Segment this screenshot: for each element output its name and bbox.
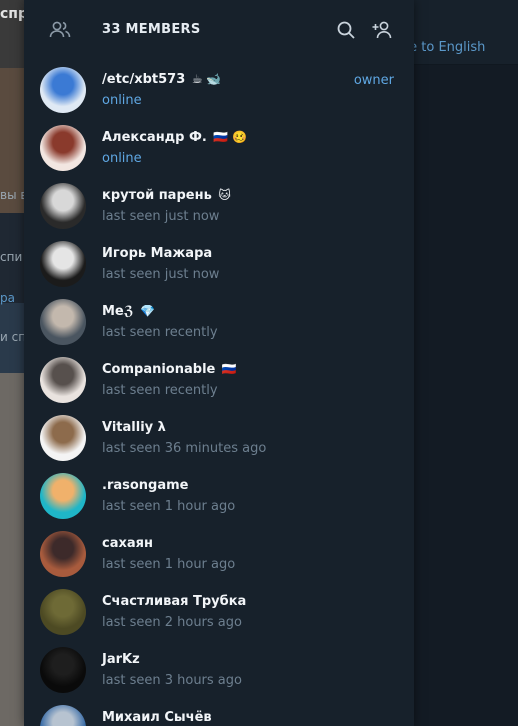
member-name: JarKz bbox=[102, 652, 140, 667]
avatar[interactable] bbox=[40, 241, 86, 287]
member-emoji: 🇷🇺 bbox=[221, 362, 237, 376]
member-row[interactable]: .rasongame last seen 1 hour ago bbox=[24, 466, 414, 524]
avatar[interactable] bbox=[40, 357, 86, 403]
member-status: last seen 3 hours ago bbox=[102, 673, 242, 688]
member-name: Meℨ 💎 bbox=[102, 304, 155, 319]
member-row[interactable]: Александр Ф. 🇷🇺 🥴 online bbox=[24, 118, 414, 176]
member-name: Михаил Сычёв bbox=[102, 710, 212, 725]
member-row[interactable]: крутой парень 🐱 last seen just now bbox=[24, 176, 414, 234]
member-row[interactable]: Счастливая Трубка last seen 2 hours ago bbox=[24, 582, 414, 640]
members-icon bbox=[48, 18, 72, 42]
avatar[interactable] bbox=[40, 415, 86, 461]
members-panel: 33 MEMBERS /etc/xbt573 ☕ 🐋 online owner Але… bbox=[24, 0, 414, 726]
member-name-text: Игорь Мажара bbox=[102, 246, 213, 261]
avatar[interactable] bbox=[40, 705, 86, 726]
member-row[interactable]: Meℨ 💎 last seen recently bbox=[24, 292, 414, 350]
member-row[interactable]: Михаил Сычёв bbox=[24, 698, 414, 726]
member-row[interactable]: Vitalliy λ last seen 36 minutes ago bbox=[24, 408, 414, 466]
member-status: last seen 36 minutes ago bbox=[102, 441, 267, 456]
member-name: Александр Ф. 🇷🇺 🥴 bbox=[102, 130, 247, 145]
member-status: online bbox=[102, 93, 142, 108]
member-row[interactable]: /etc/xbt573 ☕ 🐋 online owner bbox=[24, 60, 414, 118]
member-status: last seen 1 hour ago bbox=[102, 499, 236, 514]
member-name-text: /etc/xbt573 bbox=[102, 72, 186, 87]
member-name-text: крутой парень bbox=[102, 188, 212, 203]
chat-area bbox=[414, 0, 518, 726]
member-name: Vitalliy λ bbox=[102, 420, 166, 435]
member-status: last seen just now bbox=[102, 209, 220, 224]
member-name-text: Михаил Сычёв bbox=[102, 710, 212, 725]
member-name: сахаян bbox=[102, 536, 153, 551]
member-status: last seen just now bbox=[102, 267, 220, 282]
avatar[interactable] bbox=[40, 473, 86, 519]
avatar[interactable] bbox=[40, 531, 86, 577]
member-name: /etc/xbt573 ☕ 🐋 bbox=[102, 72, 221, 87]
avatar[interactable] bbox=[40, 647, 86, 693]
member-status: last seen 2 hours ago bbox=[102, 615, 242, 630]
member-emoji: ☕ 🐋 bbox=[191, 72, 222, 86]
member-name: Игорь Мажара bbox=[102, 246, 212, 261]
member-name-text: Счастливая Трубка bbox=[102, 594, 247, 609]
member-name: крутой парень 🐱 bbox=[102, 188, 231, 203]
member-row[interactable]: Игорь Мажара last seen just now bbox=[24, 234, 414, 292]
avatar[interactable] bbox=[40, 589, 86, 635]
member-status: last seen 1 hour ago bbox=[102, 557, 236, 572]
member-name-text: JarKz bbox=[102, 652, 140, 667]
member-emoji: 🐱 bbox=[218, 188, 231, 202]
members-count-title: 33 MEMBERS bbox=[102, 22, 201, 37]
member-name-text: .rasongame bbox=[102, 478, 189, 493]
members-list: /etc/xbt573 ☕ 🐋 online owner Александр Ф. 🇷… bbox=[24, 60, 414, 726]
member-row[interactable]: сахаян last seen 1 hour ago bbox=[24, 524, 414, 582]
member-name: Companionable 🇷🇺 bbox=[102, 362, 237, 377]
member-name-text: Companionable bbox=[102, 362, 216, 377]
chat-snippet: спи bbox=[0, 250, 23, 264]
member-role-badge: owner bbox=[353, 73, 394, 88]
avatar[interactable] bbox=[40, 125, 86, 171]
avatar[interactable] bbox=[40, 299, 86, 345]
chat-snippet: и сп bbox=[0, 330, 27, 344]
chat-snippet: ра bbox=[0, 291, 15, 305]
translate-link[interactable]: ce to English bbox=[402, 40, 485, 55]
avatar[interactable] bbox=[40, 183, 86, 229]
member-name-text: Александр Ф. bbox=[102, 130, 207, 145]
member-name: Счастливая Трубка bbox=[102, 594, 246, 609]
member-row[interactable]: JarKz last seen 3 hours ago bbox=[24, 640, 414, 698]
member-name: .rasongame bbox=[102, 478, 189, 493]
member-status: online bbox=[102, 151, 142, 166]
member-name-text: Vitalliy λ bbox=[102, 420, 166, 435]
member-emoji: 💎 bbox=[140, 304, 156, 318]
member-row[interactable]: Companionable 🇷🇺 last seen recently bbox=[24, 350, 414, 408]
avatar[interactable] bbox=[40, 67, 86, 113]
chat-left-strip: спр вы в спи ра и сп bbox=[0, 0, 28, 726]
member-name-text: Meℨ bbox=[102, 304, 134, 319]
member-status: last seen recently bbox=[102, 325, 218, 340]
chat-topbar bbox=[414, 0, 518, 65]
member-name-text: сахаян bbox=[102, 536, 153, 551]
add-member-icon[interactable] bbox=[370, 18, 394, 42]
member-status: last seen recently bbox=[102, 383, 218, 398]
members-header: 33 MEMBERS bbox=[24, 0, 414, 60]
member-emoji: 🇷🇺 🥴 bbox=[213, 130, 248, 144]
search-icon[interactable] bbox=[334, 18, 358, 42]
